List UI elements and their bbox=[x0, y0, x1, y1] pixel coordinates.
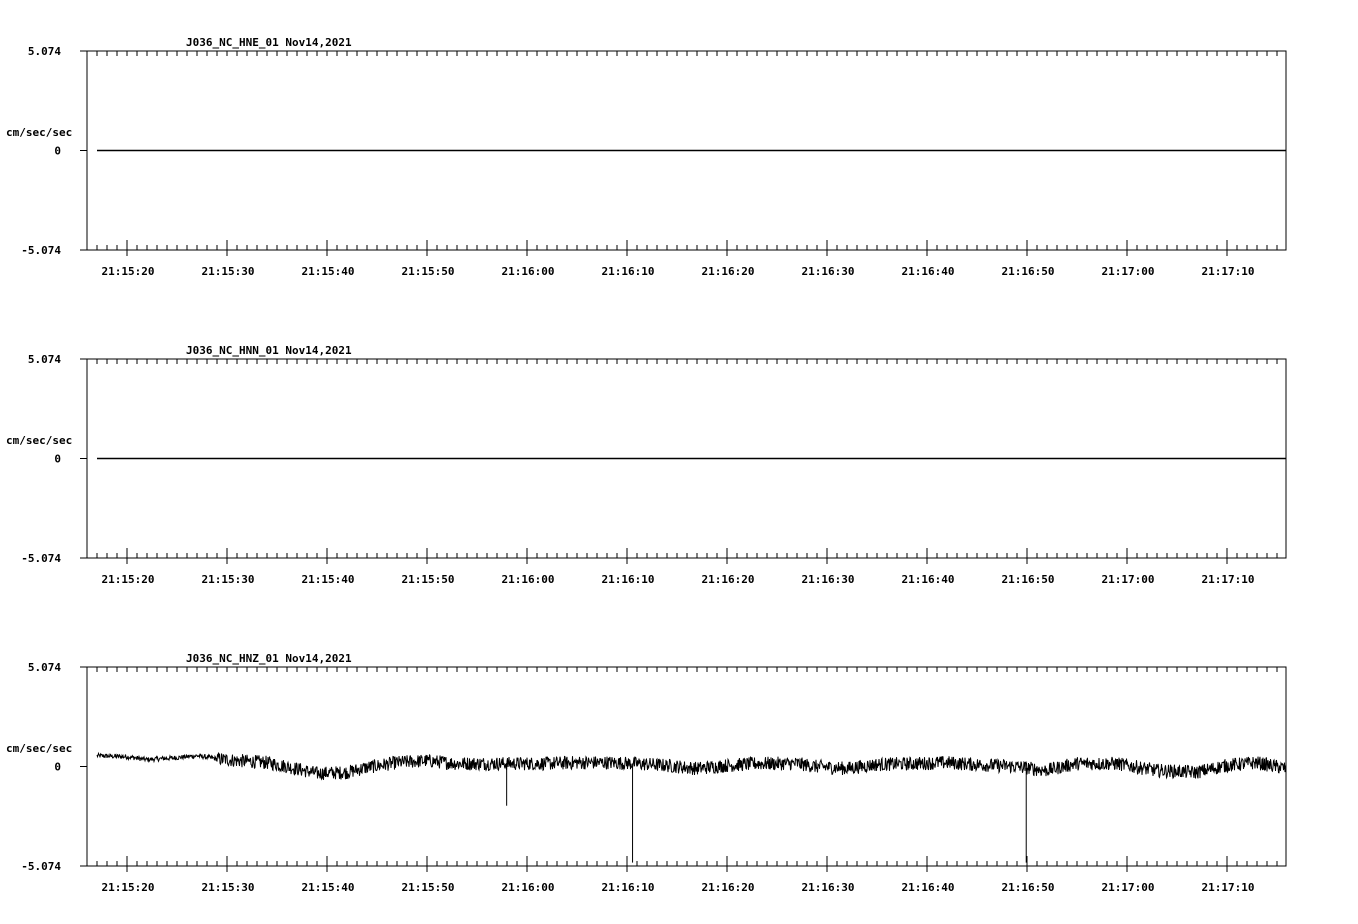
seismogram-panel-3: J036_NC_HNZ_01 Nov14,2021 cm/sec/sec 5.074… bbox=[6, 652, 1287, 894]
trace-line bbox=[96, 751, 1287, 781]
x-tick-label: 21:15:20 bbox=[102, 881, 155, 894]
y-tick-label: -5.074 bbox=[21, 552, 61, 565]
y-tick-label: 0 bbox=[54, 145, 61, 158]
x-tick-label: 21:16:10 bbox=[602, 573, 655, 586]
y-axis-label: cm/sec/sec bbox=[6, 742, 72, 755]
x-tick-label: 21:16:40 bbox=[902, 881, 955, 894]
x-tick-label: 21:17:00 bbox=[1102, 881, 1155, 894]
x-tick-label: 21:16:10 bbox=[602, 265, 655, 278]
x-tick-label: 21:17:10 bbox=[1202, 265, 1255, 278]
x-tick-label: 21:16:30 bbox=[802, 881, 855, 894]
y-tick-label: 0 bbox=[54, 761, 61, 774]
seismogram-panel-1: J036_NC_HNE_01 Nov14,2021 cm/sec/sec 5.074… bbox=[6, 36, 1287, 278]
x-tick-label: 21:15:30 bbox=[202, 881, 255, 894]
x-tick-label: 21:15:20 bbox=[102, 265, 155, 278]
panel-title: J036_NC_HNN_01 Nov14,2021 bbox=[186, 344, 352, 357]
x-tick-label: 21:17:00 bbox=[1102, 573, 1155, 586]
y-tick-label: 5.074 bbox=[28, 661, 61, 674]
x-tick-label: 21:16:20 bbox=[702, 573, 755, 586]
x-tick-label: 21:15:40 bbox=[302, 881, 355, 894]
y-tick-label: 5.074 bbox=[28, 353, 61, 366]
x-tick-label: 21:15:20 bbox=[102, 573, 155, 586]
x-tick-label: 21:15:30 bbox=[202, 573, 255, 586]
seismogram-figure: J036_NC_HNE_01 Nov14,2021 cm/sec/sec 5.074… bbox=[6, 36, 1287, 894]
x-tick-label: 21:15:30 bbox=[202, 265, 255, 278]
x-tick-label: 21:15:40 bbox=[302, 573, 355, 586]
x-tick-label: 21:17:00 bbox=[1102, 265, 1155, 278]
x-tick-label: 21:16:00 bbox=[502, 265, 555, 278]
x-tick-label: 21:16:40 bbox=[902, 265, 955, 278]
y-tick-label: -5.074 bbox=[21, 860, 61, 873]
x-tick-label: 21:15:40 bbox=[302, 265, 355, 278]
y-axis-label: cm/sec/sec bbox=[6, 434, 72, 447]
x-tick-label: 21:16:50 bbox=[1002, 573, 1055, 586]
x-tick-label: 21:16:30 bbox=[802, 573, 855, 586]
y-tick-label: 5.074 bbox=[28, 45, 61, 58]
x-tick-label: 21:16:30 bbox=[802, 265, 855, 278]
x-tick-label: 21:15:50 bbox=[402, 573, 455, 586]
seismogram-panel-2: J036_NC_HNN_01 Nov14,2021 cm/sec/sec 5.074… bbox=[6, 344, 1287, 586]
x-tick-label: 21:15:50 bbox=[402, 265, 455, 278]
y-tick-label: -5.074 bbox=[21, 244, 61, 257]
x-tick-label: 21:15:50 bbox=[402, 881, 455, 894]
x-tick-label: 21:16:50 bbox=[1002, 265, 1055, 278]
x-tick-label: 21:16:40 bbox=[902, 573, 955, 586]
x-tick-label: 21:16:20 bbox=[702, 881, 755, 894]
x-tick-label: 21:16:00 bbox=[502, 573, 555, 586]
y-axis-label: cm/sec/sec bbox=[6, 126, 72, 139]
x-tick-label: 21:16:00 bbox=[502, 881, 555, 894]
y-tick-label: 0 bbox=[54, 453, 61, 466]
x-tick-label: 21:16:10 bbox=[602, 881, 655, 894]
x-tick-label: 21:17:10 bbox=[1202, 573, 1255, 586]
x-tick-label: 21:16:50 bbox=[1002, 881, 1055, 894]
panel-title: J036_NC_HNE_01 Nov14,2021 bbox=[186, 36, 352, 49]
panel-title: J036_NC_HNZ_01 Nov14,2021 bbox=[186, 652, 352, 665]
x-tick-label: 21:16:20 bbox=[702, 265, 755, 278]
x-tick-label: 21:17:10 bbox=[1202, 881, 1255, 894]
